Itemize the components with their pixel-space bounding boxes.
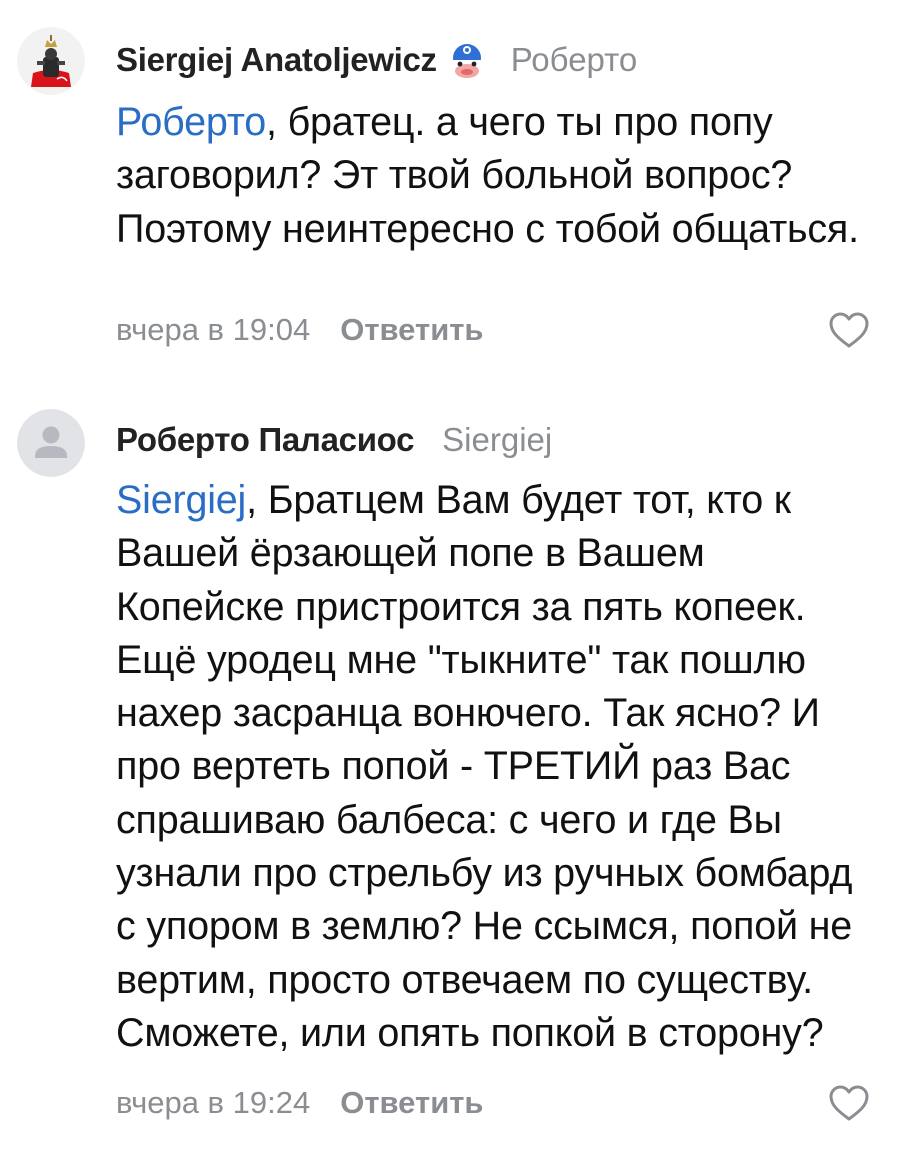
comment-header: Siergiej Anatoljewicz Роберто — [116, 38, 879, 82]
mention-link[interactable]: Siergiej — [116, 478, 246, 522]
comment-item: Siergiej Anatoljewicz Роберто Роберто, б… — [0, 0, 909, 380]
reply-to-name[interactable]: Siergiej — [442, 421, 552, 459]
default-user-avatar-icon — [17, 409, 85, 477]
comment-footer: вчера в 19:04 Ответить — [116, 308, 879, 352]
avatar[interactable] — [17, 27, 85, 95]
mask-badge-icon — [445, 38, 489, 82]
emblem-avatar-icon — [17, 27, 85, 95]
comment-text: Роберто, братец. а чего ты про попу заго… — [116, 96, 879, 256]
reply-button[interactable]: Ответить — [340, 312, 483, 348]
heart-icon[interactable] — [828, 1083, 870, 1123]
comment-footer: вчера в 19:24 Ответить — [116, 1081, 879, 1125]
timestamp: вчера в 19:24 — [116, 1085, 311, 1120]
comment-item: Роберто Паласиос Siergiej Siergiej, Брат… — [0, 392, 909, 1151]
comment-body: , Братцем Вам будет тот, кто к Вашей ёрз… — [116, 478, 853, 1055]
comment-header: Роберто Паласиос Siergiej — [116, 418, 879, 462]
author-name[interactable]: Siergiej Anatoljewicz — [116, 41, 437, 79]
timestamp: вчера в 19:04 — [116, 312, 311, 347]
heart-icon[interactable] — [828, 310, 870, 350]
reply-to-name[interactable]: Роберто — [511, 41, 638, 79]
comment-text: Siergiej, Братцем Вам будет тот, кто к В… — [116, 474, 879, 1060]
avatar[interactable] — [17, 409, 85, 477]
author-name[interactable]: Роберто Паласиос — [116, 421, 414, 459]
reply-button[interactable]: Ответить — [340, 1085, 483, 1121]
mention-link[interactable]: Роберто — [116, 100, 266, 144]
